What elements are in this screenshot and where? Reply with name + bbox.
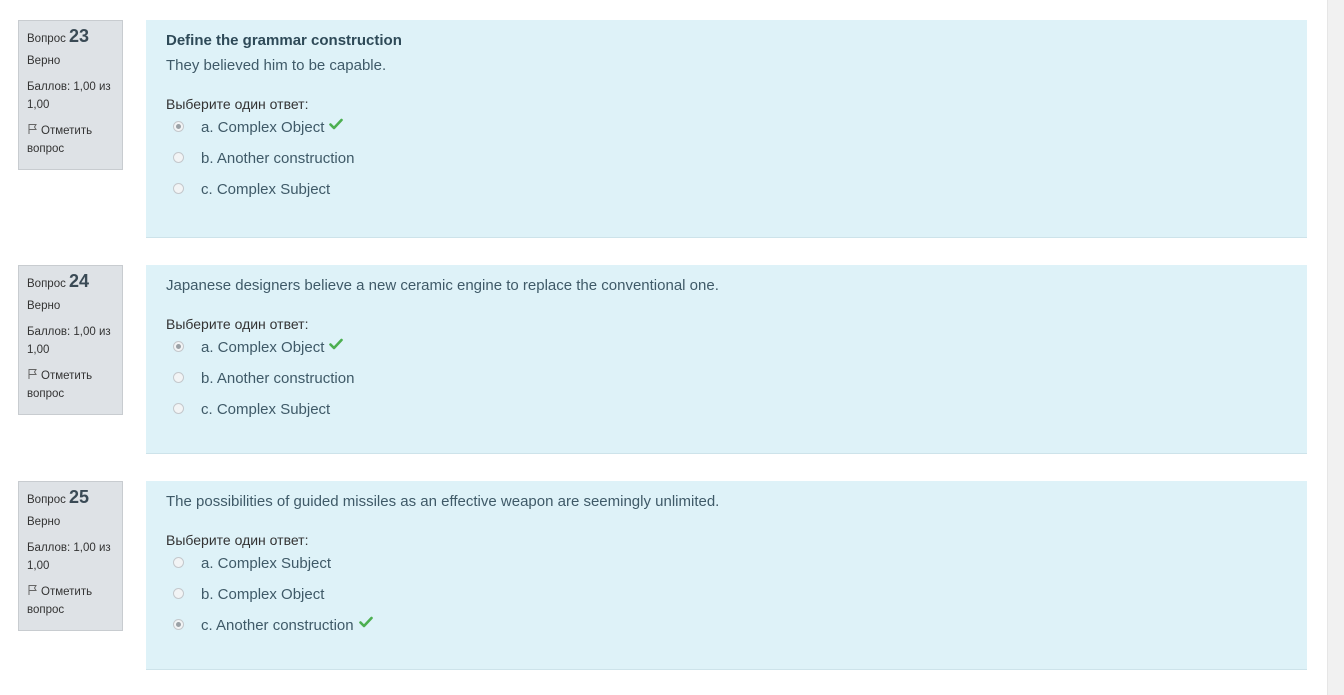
- answer-prompt: Выберите один ответ:: [166, 316, 309, 332]
- question-info: Вопрос 23 Верно Баллов: 1,00 из 1,00 Отм…: [18, 20, 123, 170]
- question-number: 25: [69, 487, 90, 507]
- flag-icon: [28, 369, 37, 379]
- answer-label: a. Complex Subject: [201, 555, 332, 572]
- answer-label: c. Complex Subject: [201, 401, 331, 418]
- flag-icon: [28, 585, 37, 595]
- question-grade: Баллов: 1,00 из 1,00: [27, 81, 111, 111]
- answer-radio[interactable]: [173, 619, 184, 630]
- question-text: They believed him to be capable.: [166, 57, 387, 74]
- question-grade: Баллов: 1,00 из 1,00: [27, 326, 111, 356]
- answer-option[interactable]: a. Complex Object: [166, 338, 1287, 369]
- answer-label: b. Another construction: [201, 150, 355, 167]
- question-number: 23: [69, 26, 90, 46]
- question-text: The possibilities of guided missiles as …: [166, 493, 720, 510]
- check-icon: [358, 616, 373, 628]
- flag-icon: [28, 124, 37, 134]
- answer-option[interactable]: c. Complex Subject: [166, 400, 1287, 431]
- question-info: Вопрос 24 Верно Баллов: 1,00 из 1,00 Отм…: [18, 265, 123, 415]
- question-label: Вопрос: [27, 494, 66, 506]
- answer-radio[interactable]: [173, 121, 184, 132]
- question-content: Japanese designers believe a new ceramic…: [146, 265, 1307, 454]
- question-content: The possibilities of guided missiles as …: [146, 481, 1307, 670]
- question-state: Верно: [27, 300, 61, 312]
- answer-option[interactable]: a. Complex Object: [166, 118, 1287, 149]
- question-state: Верно: [27, 55, 61, 67]
- answer-radio[interactable]: [173, 557, 184, 568]
- answer-radio[interactable]: [173, 372, 184, 383]
- quiz-review-page: Вопрос 23 Верно Баллов: 1,00 из 1,00 Отм…: [0, 0, 1344, 695]
- flag-question-link[interactable]: Отметить вопрос: [27, 583, 114, 619]
- answer-option[interactable]: b. Another construction: [166, 149, 1287, 180]
- answer-label: b. Complex Object: [201, 586, 325, 603]
- answer-radio[interactable]: [173, 152, 184, 163]
- question-label: Вопрос: [27, 278, 66, 290]
- answer-radio[interactable]: [173, 588, 184, 599]
- answer-radio[interactable]: [173, 183, 184, 194]
- answer-radio[interactable]: [173, 403, 184, 414]
- answer-label: c. Another construction: [201, 617, 354, 634]
- answer-radio[interactable]: [173, 341, 184, 352]
- check-icon: [329, 338, 344, 350]
- question-number: 24: [69, 271, 90, 291]
- answer-prompt: Выберите один ответ:: [166, 532, 309, 548]
- answer-label: b. Another construction: [201, 370, 355, 387]
- answer-option[interactable]: a. Complex Subject: [166, 554, 1287, 585]
- question-text: Japanese designers believe a new ceramic…: [166, 277, 719, 294]
- answer-label: a. Complex Object: [201, 119, 325, 136]
- answer-option[interactable]: b. Complex Object: [166, 585, 1287, 616]
- answer-label: c. Complex Subject: [201, 181, 331, 198]
- question-info: Вопрос 25 Верно Баллов: 1,00 из 1,00 Отм…: [18, 481, 123, 631]
- answer-prompt: Выберите один ответ:: [166, 96, 309, 112]
- flag-question-link[interactable]: Отметить вопрос: [27, 367, 114, 403]
- answer-option[interactable]: c. Another construction: [166, 616, 1287, 647]
- question-grade: Баллов: 1,00 из 1,00: [27, 542, 111, 572]
- vertical-scrollbar[interactable]: [1327, 0, 1344, 695]
- flag-question-link[interactable]: Отметить вопрос: [27, 122, 114, 158]
- answer-label: a. Complex Object: [201, 339, 325, 356]
- question-state: Верно: [27, 516, 61, 528]
- question-content: Define the grammar construction They bel…: [146, 20, 1307, 238]
- answer-option[interactable]: c. Complex Subject: [166, 180, 1287, 211]
- question-label: Вопрос: [27, 33, 66, 45]
- question-title: Define the grammar construction: [166, 32, 402, 49]
- answer-option[interactable]: b. Another construction: [166, 369, 1287, 400]
- check-icon: [329, 118, 344, 130]
